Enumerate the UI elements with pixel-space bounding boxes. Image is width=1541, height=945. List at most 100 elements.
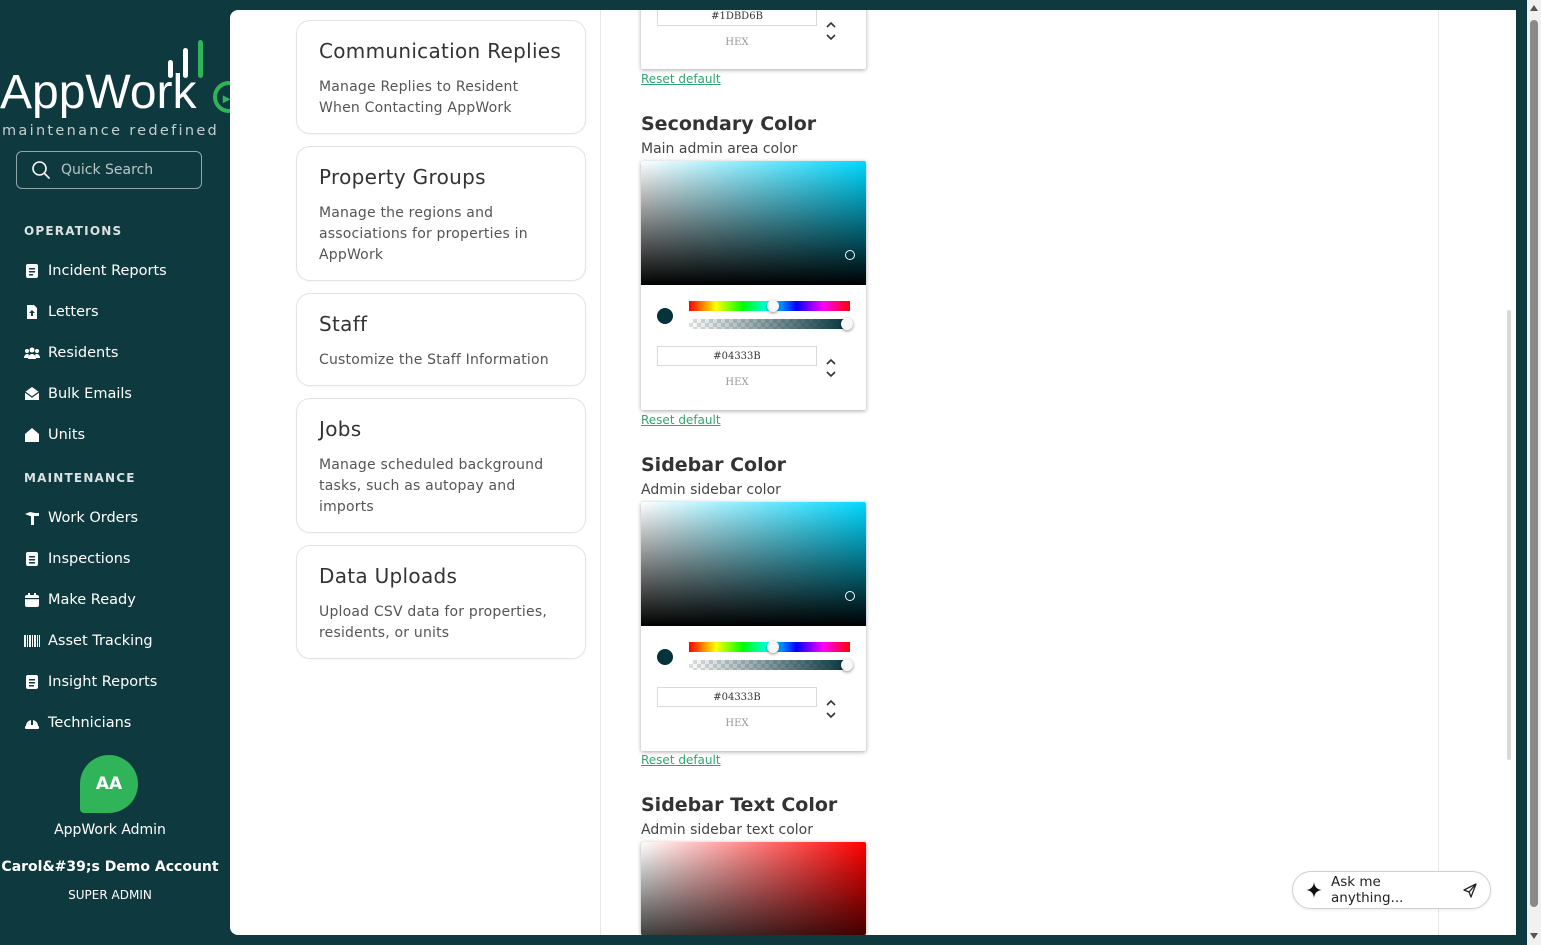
card-title: Property Groups (319, 165, 486, 189)
color-picker-primary: HEX (641, 10, 866, 69)
card-communication-replies[interactable]: Communication Replies Manage Replies to … (296, 20, 586, 134)
calendar-icon (25, 593, 39, 607)
hex-input[interactable] (657, 346, 817, 366)
hex-label: HEX (725, 37, 749, 48)
reset-default-link[interactable]: Reset default (641, 413, 721, 427)
sidebar-item-make-ready[interactable]: Make Ready (24, 588, 136, 612)
envelope-icon (24, 387, 40, 400)
black-gradient (641, 502, 866, 626)
saturation-cursor[interactable] (845, 591, 855, 601)
hue-slider-handle[interactable] (767, 300, 779, 312)
sidebar-item-label: Letters (48, 304, 99, 320)
card-staff[interactable]: Staff Customize the Staff Information (296, 293, 586, 386)
hue-slider[interactable] (689, 300, 850, 312)
card-title: Staff (319, 312, 368, 336)
card-description: Upload CSV data for properties, resident… (319, 604, 547, 641)
black-gradient (641, 161, 866, 285)
sidebar-item-label: Asset Tracking (48, 633, 153, 649)
format-toggle-icon[interactable] (821, 355, 841, 381)
section-subtitle: Admin sidebar color (641, 482, 781, 498)
hue-slider[interactable] (689, 641, 850, 653)
sidebar-item-insight-reports[interactable]: Insight Reports (24, 670, 157, 694)
user-name: AppWork Admin (54, 822, 166, 838)
hex-label: HEX (725, 377, 749, 388)
section-subtitle: Main admin area color (641, 141, 798, 157)
scroll-down-icon[interactable] (1530, 933, 1538, 939)
card-description: Manage Replies to Resident When Contacti… (319, 79, 519, 116)
user-role: SUPER ADMIN (68, 888, 152, 902)
card-jobs[interactable]: Jobs Manage scheduled background tasks, … (296, 398, 586, 533)
sidebar-item-units[interactable]: Units (24, 423, 85, 447)
saturation-area[interactable] (641, 502, 866, 626)
card-title: Data Uploads (319, 564, 458, 588)
people-icon (24, 347, 40, 359)
format-toggle-icon[interactable] (821, 696, 841, 722)
barcode-icon (24, 635, 40, 647)
saturation-area[interactable] (641, 842, 866, 935)
home-icon (25, 428, 39, 442)
alpha-slider-handle[interactable] (841, 318, 853, 330)
card-title: Communication Replies (319, 39, 562, 63)
search-placeholder: Quick Search (61, 162, 154, 178)
avatar[interactable]: AA (80, 755, 138, 813)
sidebar-item-label: Insight Reports (48, 674, 158, 690)
reset-default-link[interactable]: Reset default (641, 753, 721, 767)
quick-search-input[interactable]: Quick Search (16, 151, 202, 189)
card-property-groups[interactable]: Property Groups Manage the regions and a… (296, 146, 586, 281)
color-swatch (657, 308, 673, 324)
hex-label: HEX (725, 718, 749, 729)
alpha-slider-handle[interactable] (841, 659, 853, 671)
color-picker-sidebar-text (641, 842, 866, 935)
send-icon[interactable] (1462, 882, 1478, 898)
saturation-area[interactable] (641, 161, 866, 285)
reset-default-link[interactable]: Reset default (641, 72, 721, 86)
sidebar-item-letters[interactable]: Letters (24, 300, 99, 324)
sidebar-item-label: Residents (48, 345, 119, 361)
card-title: Jobs (319, 417, 362, 441)
section-label-operations: OPERATIONS (24, 224, 123, 238)
sidebar-item-inspections[interactable]: Inspections (24, 547, 130, 571)
report-icon (26, 675, 38, 689)
section-subtitle: Admin sidebar text color (641, 822, 813, 838)
ask-assistant-input[interactable]: Ask me anything... (1292, 871, 1491, 909)
page-scrollbar[interactable] (1527, 0, 1541, 945)
svg-text:maintenance redefined: maintenance redefined (2, 123, 219, 139)
hue-slider-handle[interactable] (767, 641, 779, 653)
main-panel: Communication Replies Manage Replies to … (230, 10, 1516, 935)
hex-input[interactable] (657, 687, 817, 707)
alpha-slider[interactable] (689, 318, 853, 330)
card-data-uploads[interactable]: Data Uploads Upload CSV data for propert… (296, 545, 586, 659)
assistant-placeholder: Ask me anything... (1331, 874, 1404, 906)
sidebar-item-residents[interactable]: Residents (24, 341, 118, 365)
sidebar-item-asset-tracking[interactable]: Asset Tracking (24, 629, 153, 653)
scrollbar-thumb[interactable] (1530, 20, 1538, 907)
sidebar-item-label: Technicians (48, 715, 132, 731)
sidebar-item-bulk-emails[interactable]: Bulk Emails (24, 382, 132, 406)
sidebar-item-technicians[interactable]: Technicians (24, 711, 131, 735)
section-title: Sidebar Text Color (641, 794, 838, 816)
account-name[interactable]: Carol&#39;s Demo Account (0, 859, 220, 875)
hammer-icon (25, 512, 39, 525)
section-label-maintenance: MAINTENANCE (24, 471, 136, 485)
card-description: Customize the Staff Information (319, 352, 549, 368)
appwork-logo[interactable]: AppWork ▸ maintenance redefined (0, 38, 250, 143)
inner-scrollbar[interactable] (1507, 310, 1511, 760)
sidebar-item-label: Inspections (48, 551, 131, 567)
section-title: Sidebar Color (641, 454, 787, 476)
scroll-up-icon[interactable] (1530, 5, 1538, 11)
section-title: Secondary Color (641, 113, 817, 135)
column-divider (1438, 10, 1439, 935)
sidebar-item-incident-reports[interactable]: Incident Reports (24, 259, 167, 283)
clipboard-icon (26, 552, 38, 566)
sidebar-item-work-orders[interactable]: Work Orders (24, 506, 138, 530)
card-description: Manage the regions and associations for … (319, 205, 528, 263)
format-toggle-icon[interactable] (821, 18, 841, 44)
color-picker-sidebar: HEX (641, 502, 866, 751)
sidebar-item-label: Bulk Emails (48, 386, 132, 402)
color-swatch (657, 649, 673, 665)
column-divider (600, 10, 601, 935)
hex-input[interactable] (657, 10, 817, 26)
sidebar-item-label: Make Ready (48, 592, 136, 608)
saturation-cursor[interactable] (845, 250, 855, 260)
alpha-slider[interactable] (689, 659, 853, 671)
